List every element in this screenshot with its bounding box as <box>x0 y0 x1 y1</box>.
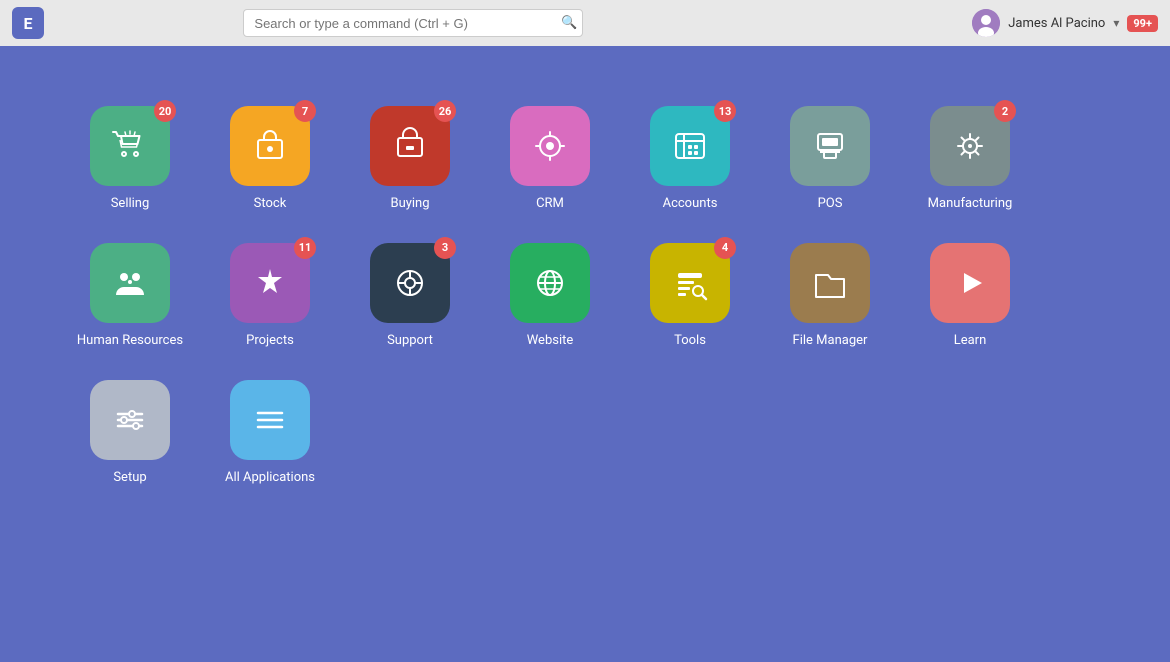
user-name[interactable]: James Al Pacino <box>1008 16 1105 31</box>
app-item-support[interactable]: 3 Support <box>340 233 480 360</box>
support-icon: 3 <box>370 243 450 323</box>
accounts-badge: 13 <box>714 100 736 122</box>
app-item-tools[interactable]: 4 Tools <box>620 233 760 360</box>
topbar-right: James Al Pacino ▾ 99+ <box>972 9 1158 37</box>
app-item-setup[interactable]: Setup <box>60 370 200 497</box>
app-item-pos[interactable]: POS <box>760 96 900 223</box>
tools-label: Tools <box>674 333 706 350</box>
crm-icon <box>510 106 590 186</box>
selling-icon: 20 <box>90 106 170 186</box>
hr-label: Human Resources <box>77 333 183 350</box>
avatar <box>972 9 1000 37</box>
buying-icon: 26 <box>370 106 450 186</box>
hr-icon <box>90 243 170 323</box>
filemanager-label: File Manager <box>793 333 868 350</box>
stock-icon: 7 <box>230 106 310 186</box>
app-item-crm[interactable]: CRM <box>480 96 620 223</box>
website-label: Website <box>527 333 574 350</box>
buying-label: Buying <box>390 196 429 213</box>
search-icon: 🔍 <box>561 16 577 31</box>
accounts-label: Accounts <box>663 196 718 213</box>
buying-badge: 26 <box>434 100 456 122</box>
manufacturing-label: Manufacturing <box>928 196 1013 213</box>
learn-label: Learn <box>954 333 987 350</box>
selling-badge: 20 <box>154 100 176 122</box>
allapps-label: All Applications <box>225 470 315 487</box>
pos-icon <box>790 106 870 186</box>
main-content: 20 Selling 7 Stock 26 Buying CRM 13 Accounts <box>0 46 1170 507</box>
user-dropdown-icon[interactable]: ▾ <box>1113 16 1119 30</box>
app-item-filemanager[interactable]: File Manager <box>760 233 900 360</box>
allapps-icon <box>230 380 310 460</box>
setup-label: Setup <box>113 470 146 487</box>
setup-icon <box>90 380 170 460</box>
support-label: Support <box>387 333 433 350</box>
app-item-stock[interactable]: 7 Stock <box>200 96 340 223</box>
app-item-manufacturing[interactable]: 2 Manufacturing <box>900 96 1040 223</box>
app-row: Human Resources 11 Projects 3 Support Webs… <box>60 233 1040 360</box>
notification-badge[interactable]: 99+ <box>1127 15 1158 32</box>
app-item-learn[interactable]: Learn <box>900 233 1040 360</box>
search-bar: 🔍 <box>243 9 583 37</box>
app-grid: 20 Selling 7 Stock 26 Buying CRM 13 Accounts <box>60 96 1110 507</box>
stock-label: Stock <box>254 196 287 213</box>
learn-icon <box>930 243 1010 323</box>
tools-icon: 4 <box>650 243 730 323</box>
crm-label: CRM <box>536 196 564 213</box>
manufacturing-badge: 2 <box>994 100 1016 122</box>
filemanager-icon <box>790 243 870 323</box>
website-icon <box>510 243 590 323</box>
selling-label: Selling <box>111 196 150 213</box>
app-item-allapps[interactable]: All Applications <box>200 370 340 497</box>
app-item-accounts[interactable]: 13 Accounts <box>620 96 760 223</box>
app-row: Setup All Applications <box>60 370 340 497</box>
app-item-selling[interactable]: 20 Selling <box>60 96 200 223</box>
manufacturing-icon: 2 <box>930 106 1010 186</box>
tools-badge: 4 <box>714 237 736 259</box>
app-item-website[interactable]: Website <box>480 233 620 360</box>
search-input[interactable] <box>243 9 583 37</box>
app-row: 20 Selling 7 Stock 26 Buying CRM 13 Accounts <box>60 96 1040 223</box>
pos-label: POS <box>818 196 843 213</box>
projects-icon: 11 <box>230 243 310 323</box>
app-item-hr[interactable]: Human Resources <box>60 233 200 360</box>
projects-label: Projects <box>246 333 294 350</box>
app-logo[interactable]: E <box>12 7 44 39</box>
projects-badge: 11 <box>294 237 316 259</box>
stock-badge: 7 <box>294 100 316 122</box>
app-item-projects[interactable]: 11 Projects <box>200 233 340 360</box>
topbar: E 🔍 James Al Pacino ▾ 99+ <box>0 0 1170 46</box>
app-item-buying[interactable]: 26 Buying <box>340 96 480 223</box>
support-badge: 3 <box>434 237 456 259</box>
accounts-icon: 13 <box>650 106 730 186</box>
